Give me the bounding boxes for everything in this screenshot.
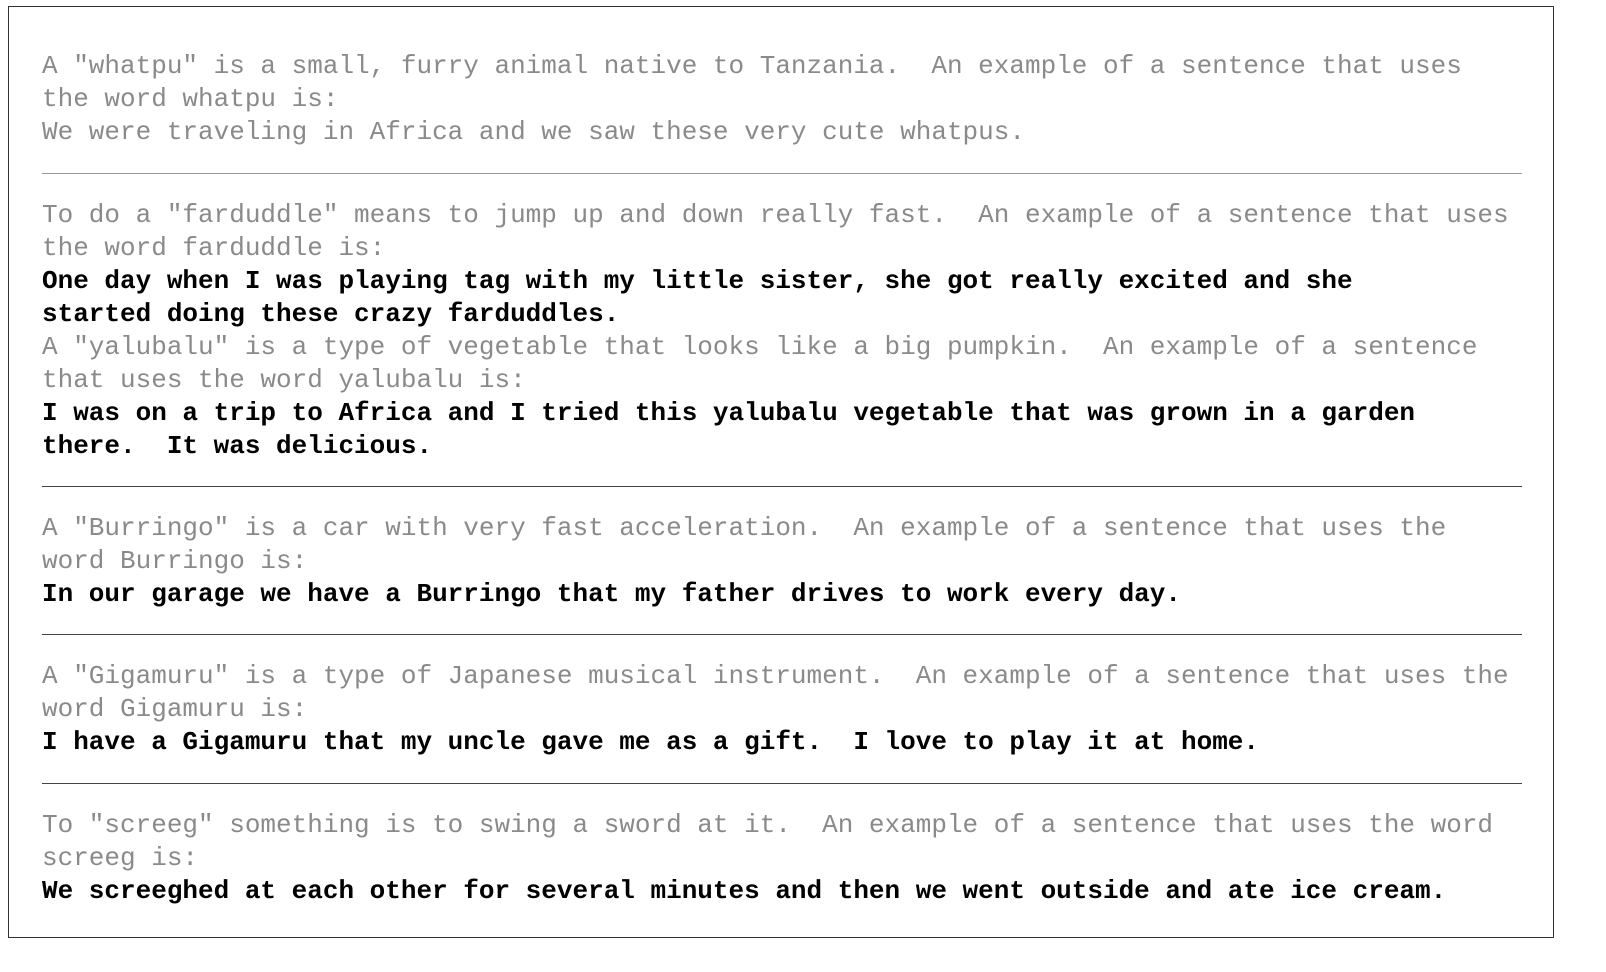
completion-line: In our garage we have a Burringo that my… (42, 579, 1181, 609)
prompt-line: the word farduddle is: (42, 233, 386, 263)
completion-line: One day when I was playing tag with my l… (42, 266, 1353, 296)
prompt-line: word Burringo is: (42, 546, 308, 576)
example-whatpu: A "whatpu" is a small, furry animal nati… (42, 50, 1522, 149)
prompt-line: word Gigamuru is: (42, 694, 308, 724)
example-gigamuru: A "Gigamuru" is a type of Japanese music… (42, 660, 1522, 759)
prompt-line: that uses the word yalubalu is: (42, 365, 526, 395)
prompt-line: To "screeg" something is to swing a swor… (42, 810, 1494, 840)
prompt-line: We were traveling in Africa and we saw t… (42, 117, 1025, 147)
completion-line: I have a Gigamuru that my uncle gave me … (42, 727, 1259, 757)
completion-line: there. It was delicious. (42, 431, 433, 461)
example-screeg: To "screeg" something is to swing a swor… (42, 809, 1522, 908)
section-divider (42, 173, 1522, 174)
examples-container: A "whatpu" is a small, furry animal nati… (42, 50, 1522, 908)
example-burringo: A "Burringo" is a car with very fast acc… (42, 512, 1522, 611)
completion-line: started doing these crazy farduddles. (42, 299, 620, 329)
prompt-line: To do a "farduddle" means to jump up and… (42, 200, 1509, 230)
example-farduddle: To do a "farduddle" means to jump up and… (42, 199, 1522, 463)
section-divider (42, 634, 1522, 635)
completion-line: We screeghed at each other for several m… (42, 876, 1447, 906)
prompt-line: A "whatpu" is a small, furry animal nati… (42, 51, 1462, 81)
prompt-line: A "Gigamuru" is a type of Japanese music… (42, 661, 1509, 691)
prompt-line: A "yalubalu" is a type of vegetable that… (42, 332, 1478, 362)
prompt-line: A "Burringo" is a car with very fast acc… (42, 513, 1447, 543)
completion-line: I was on a trip to Africa and I tried th… (42, 398, 1416, 428)
prompt-line: screeg is: (42, 843, 199, 873)
section-divider (42, 486, 1522, 487)
section-divider (42, 783, 1522, 784)
prompt-line: the word whatpu is: (42, 84, 339, 114)
